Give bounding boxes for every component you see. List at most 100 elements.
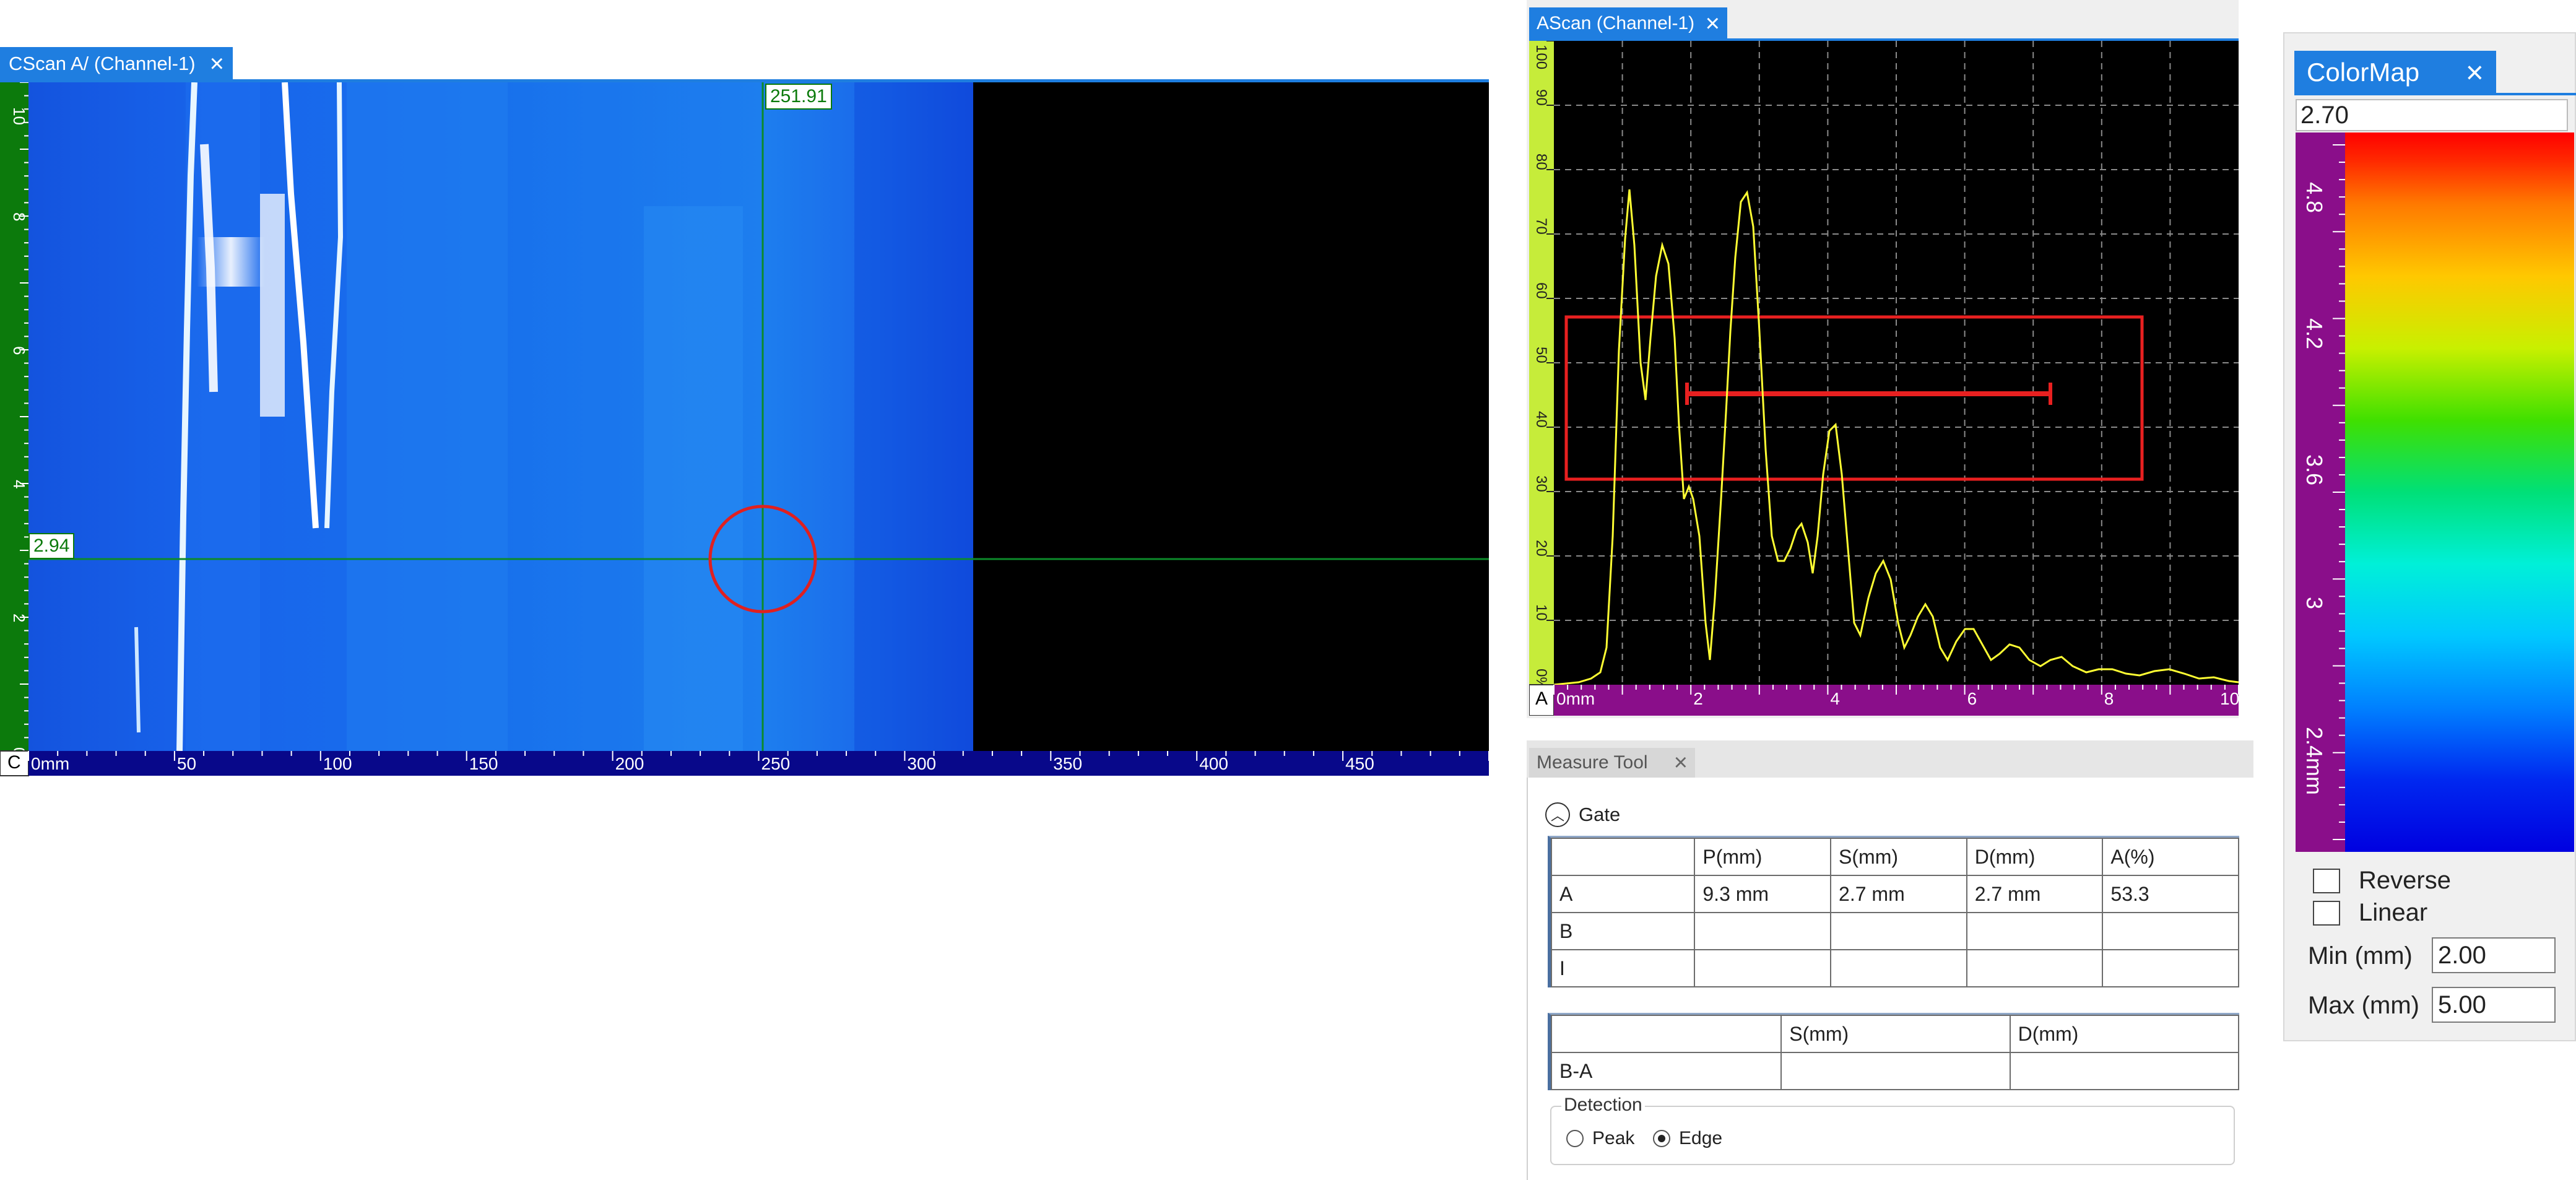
table-header-cell: D(mm) (2009, 1015, 2240, 1053)
colormap-tick-label: 3 (2302, 597, 2327, 609)
cscan-x-readout: 251.91 (765, 84, 832, 110)
ascan-y-tick-label: 60 (1533, 282, 1550, 299)
close-icon[interactable]: × (2466, 57, 2484, 88)
table-cell[interactable] (1966, 949, 2104, 987)
cscan-x-tick-label: 400 (1199, 754, 1228, 773)
table-header-cell: S(mm) (1780, 1015, 2011, 1053)
ascan-view[interactable]: 0% 10 20 30 40 50 60 70 80 90 100 0mm 2 4 6 8 10 A (1529, 40, 2239, 716)
cscan-x-tick-label: 150 (469, 754, 498, 773)
cscan-y-tick-label: 6 (10, 346, 28, 355)
gate-table-wrap: P(mm) S(mm) D(mm) A(%) A 9.3 mm 2.7 mm 2.7 mm 53… (1548, 836, 2239, 987)
table-cell[interactable]: 2.7 mm (1966, 875, 2104, 913)
ascan-x-tick-label: 0mm (1556, 689, 1595, 708)
tab-cscan[interactable]: CScan A/ (Channel-1) × (0, 47, 233, 80)
cscan-corner-label: C (7, 752, 21, 773)
ascan-y-tick-label: 40 (1533, 411, 1550, 428)
linear-option[interactable]: Linear (2313, 899, 2427, 927)
ascan-x-tick-label: 2 (1693, 689, 1703, 708)
table-cell[interactable]: I (1550, 949, 1696, 987)
cscan-canvas[interactable]: 0mm246810 0mm501001502002503003504 (0, 82, 1520, 783)
cscan-x-tick-label: 350 (1053, 754, 1082, 773)
detection-label: Detection (1561, 1095, 1645, 1116)
table-cell[interactable] (1966, 912, 2104, 950)
gate-section-label: Gate (1579, 804, 1621, 825)
table-row[interactable]: A 9.3 mm 2.7 mm 2.7 mm 53.3 (1550, 875, 2239, 913)
gate-section-header[interactable]: ︿ Gate (1545, 802, 1620, 827)
table-header-cell (1550, 1015, 1782, 1053)
table-row[interactable]: I (1550, 949, 2239, 987)
ascan-y-tick-label: 20 (1533, 540, 1550, 557)
tab-colormap-label: ColorMap (2307, 58, 2420, 87)
tab-measure[interactable]: Measure Tool × (1529, 748, 1695, 778)
ascan-y-tick-label: 90 (1533, 89, 1550, 106)
table-cell[interactable] (2102, 912, 2239, 950)
ascan-y-tick-label: 70 (1533, 218, 1550, 235)
ascan-corner-label: A (1535, 688, 1548, 709)
cscan-image (28, 82, 1489, 752)
table-cell[interactable]: 53.3 (2102, 875, 2239, 913)
table-cell[interactable] (1830, 912, 1967, 950)
cscan-view[interactable]: 0mm246810 0mm501001502002503003504 (0, 82, 1520, 783)
cscan-x-tick-label: 250 (761, 754, 791, 773)
ascan-y-tick-label: 100 (1533, 45, 1550, 69)
detection-option-edge[interactable]: Edge (1653, 1128, 1722, 1149)
table-cell[interactable]: B-A (1550, 1052, 1782, 1090)
max-row: Max (mm) 5.00 (2308, 987, 2568, 1025)
tab-ascan-label: AScan (Channel-1) (1537, 13, 1695, 33)
ascan-canvas[interactable]: 0%102030405060708090100 0mm 2 4 6 8 10 (1529, 40, 2239, 716)
min-label: Min (mm) (2308, 942, 2413, 970)
table-row[interactable]: B (1550, 912, 2239, 950)
close-icon[interactable]: × (1706, 11, 1720, 36)
table-cell[interactable]: 9.3 mm (1694, 875, 1832, 913)
peak-radio[interactable] (1566, 1130, 1584, 1147)
colormap-gradient (2345, 132, 2574, 852)
colormap-tick-label: 4.8 (2302, 182, 2327, 213)
detection-option-peak[interactable]: Peak (1566, 1128, 1634, 1149)
table-header-cell: D(mm) (1966, 838, 2104, 876)
ascan-x-tick-label: 8 (2104, 689, 2114, 708)
table-header-cell: P(mm) (1694, 838, 1832, 876)
table-header-row: P(mm) S(mm) D(mm) A(%) (1550, 838, 2239, 876)
peak-label: Peak (1592, 1128, 1635, 1148)
cscan-y-tick-label: 8 (10, 212, 28, 221)
table-cell[interactable]: B (1550, 912, 1696, 950)
table-row[interactable]: B-A (1550, 1052, 2240, 1090)
linear-checkbox[interactable] (2313, 900, 2340, 926)
cscan-x-tick-label: 300 (907, 754, 936, 773)
close-icon[interactable]: × (1674, 750, 1688, 776)
cscan-y-readout: 2.94 (28, 533, 75, 559)
table-header-cell: A(%) (2102, 838, 2239, 876)
table-cell[interactable]: 2.7 mm (1830, 875, 1967, 913)
tab-colormap[interactable]: ColorMap × (2294, 51, 2496, 94)
collapse-chevron-icon[interactable]: ︿ (1545, 802, 1570, 827)
cscan-x-tick-label: 200 (615, 754, 644, 773)
table-header-row: S(mm) D(mm) (1550, 1015, 2240, 1053)
max-label: Max (mm) (2308, 992, 2419, 1019)
max-input[interactable]: 5.00 (2432, 987, 2556, 1023)
linear-label: Linear (2359, 899, 2428, 926)
edge-radio[interactable] (1653, 1130, 1670, 1147)
ascan-x-tick-label: 6 (1967, 689, 1977, 708)
table-cell[interactable] (2102, 949, 2239, 987)
tab-ascan[interactable]: AScan (Channel-1) × (1529, 7, 1727, 40)
diff-table-wrap: S(mm) D(mm) B-A (1548, 1013, 2240, 1090)
table-header-cell (1550, 838, 1696, 876)
edge-label: Edge (1679, 1128, 1723, 1148)
ascan-x-tick-label: 4 (1830, 689, 1840, 708)
reverse-option[interactable]: Reverse (2313, 867, 2451, 895)
colormap-tick-label: 2.4mm (2302, 727, 2327, 795)
reverse-checkbox[interactable] (2313, 868, 2340, 893)
ascan-x-tick-label: 10 (2220, 689, 2239, 708)
table-cell[interactable]: A (1550, 875, 1696, 913)
colormap-top-value: 2.70 (2296, 99, 2568, 131)
cscan-x-tick-label: 100 (323, 754, 352, 773)
min-input[interactable]: 2.00 (2432, 937, 2556, 973)
table-cell[interactable] (1694, 912, 1832, 950)
cscan-x-tick-label: 0mm (31, 754, 69, 773)
table-cell[interactable] (2009, 1052, 2240, 1090)
ascan-y-tick-label: 80 (1533, 154, 1550, 170)
close-icon[interactable]: × (210, 51, 224, 76)
table-cell[interactable] (1694, 949, 1832, 987)
table-cell[interactable] (1830, 949, 1967, 987)
table-cell[interactable] (1780, 1052, 2011, 1090)
